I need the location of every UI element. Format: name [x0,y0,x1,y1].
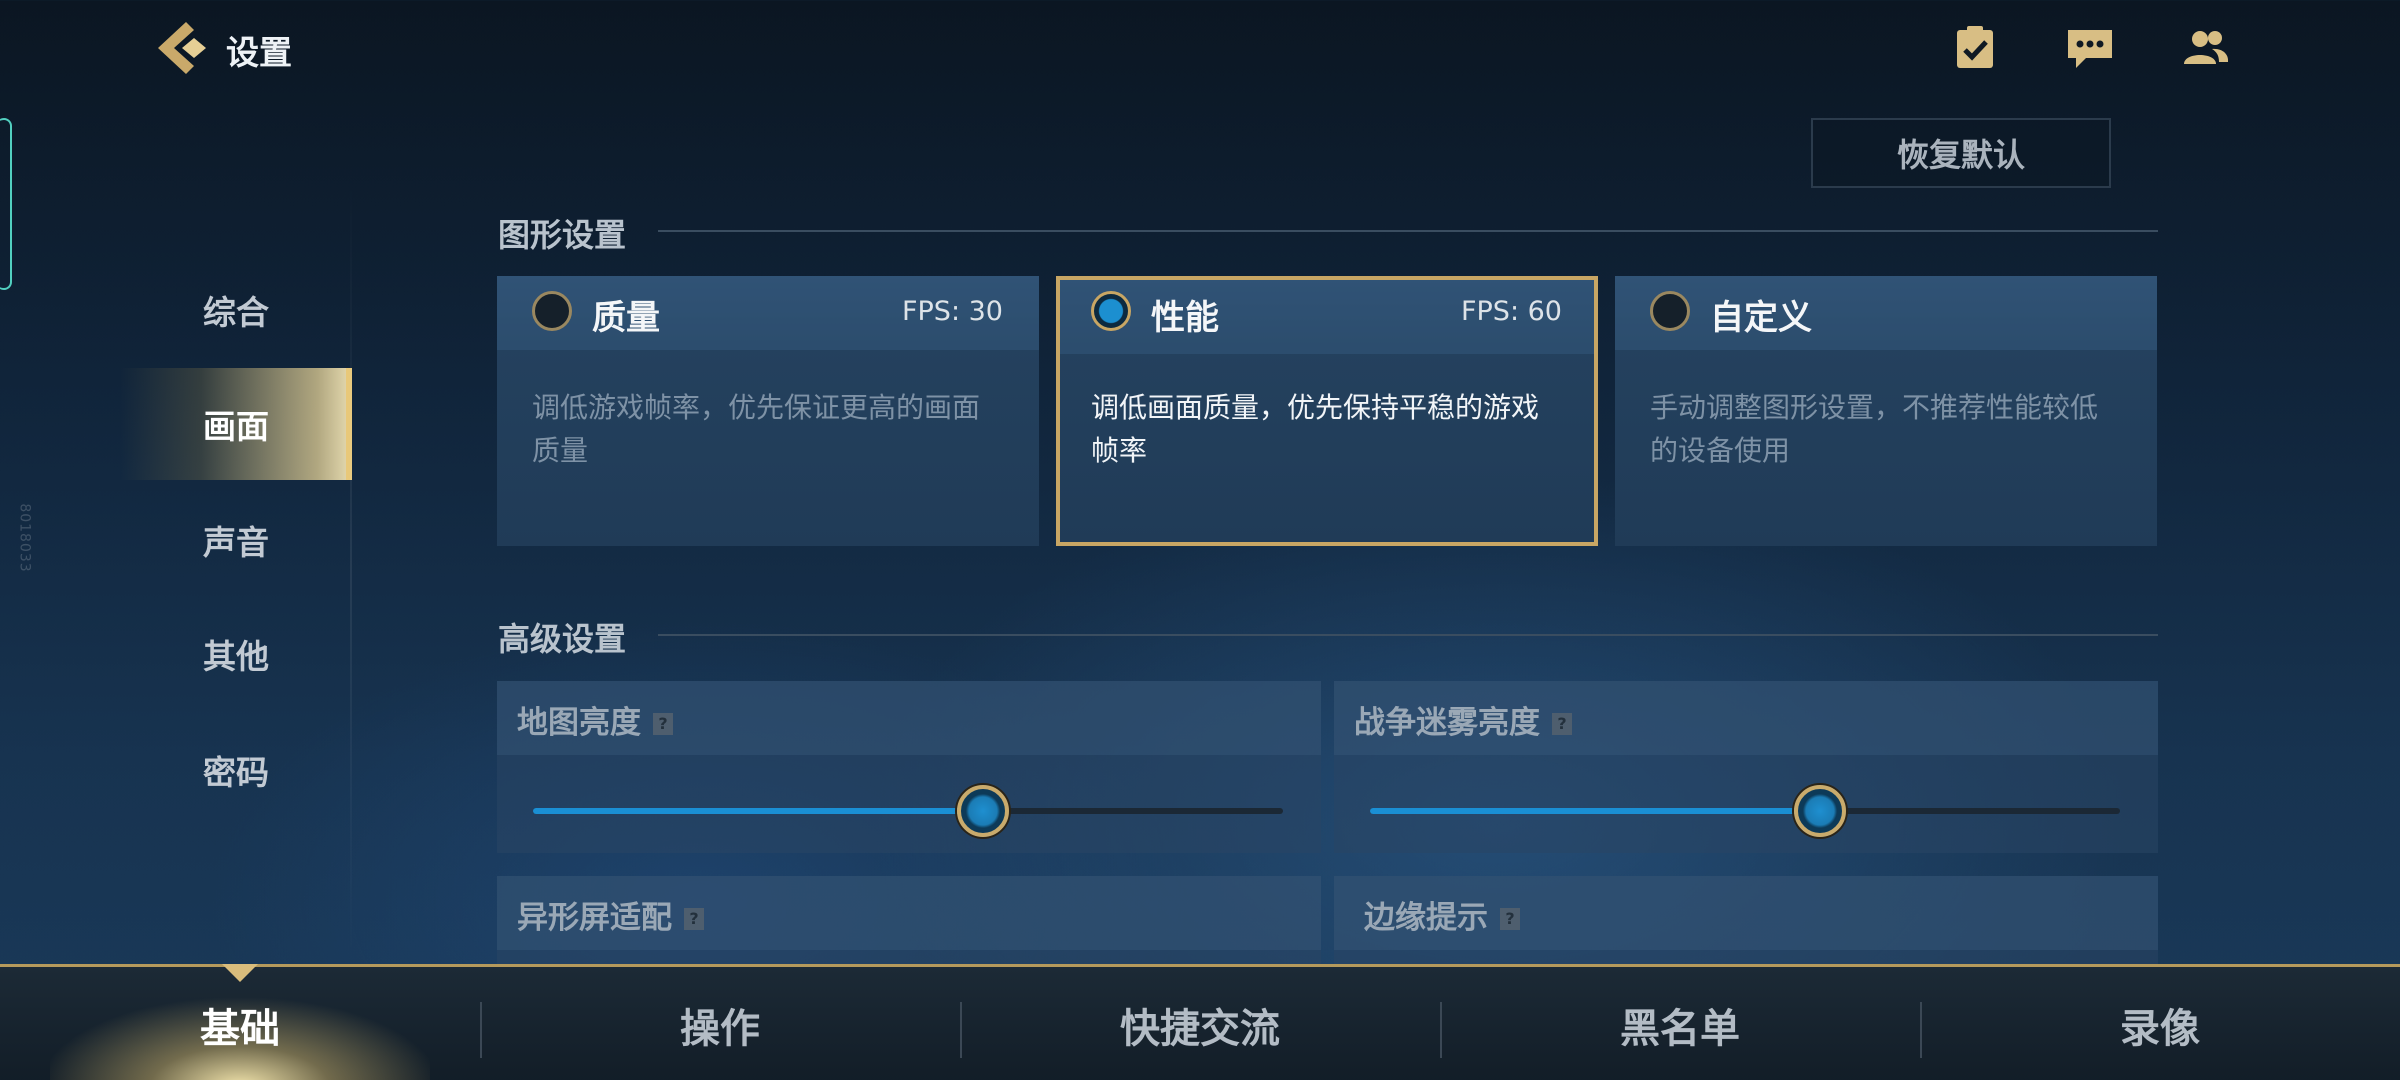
option-description: 调低画面质量，优先保持平稳的游戏帧率 [1091,391,1540,467]
quality-radio[interactable] [532,291,572,331]
setting-label: 地图亮度? [517,697,673,742]
advanced-section-divider [658,634,2158,636]
edge-drawer-handle[interactable] [0,118,12,290]
setting-label: 异形屏适配? [517,892,704,937]
help-icon[interactable]: ? [653,713,673,735]
tab-blacklist[interactable]: 黑名单 [1440,990,1920,1060]
option-fps: FPS: 30 [902,296,1003,327]
tab-replay[interactable]: 录像 [1920,990,2400,1060]
advanced-section-title: 高级设置 [498,620,627,658]
build-code: 8018033 [16,503,33,573]
option-fps: FPS: 60 [1461,296,1562,327]
friends-icon[interactable] [2182,24,2230,72]
option-name: 自定义 [1710,298,1812,338]
tab-quick-chat[interactable]: 快捷交流 [960,990,1440,1060]
option-description: 调低游戏帧率，优先保证更高的画面质量 [532,391,981,467]
sidebar-item-sound[interactable]: 声音 [120,484,352,596]
fog-brightness-slider[interactable] [1370,808,2120,814]
page-title: 设置 [226,33,292,72]
map-brightness-slider[interactable] [533,808,1283,814]
sidebar-divider [350,180,352,960]
graphics-option-quality[interactable]: 质量 FPS: 30 调低游戏帧率，优先保证更高的画面质量 [497,276,1039,546]
graphics-option-performance[interactable]: 性能 FPS: 60 调低画面质量，优先保持平稳的游戏帧率 [1056,276,1598,546]
custom-radio[interactable] [1650,291,1690,331]
tab-controls[interactable]: 操作 [480,990,960,1060]
fog-brightness-setting: 战争迷雾亮度? [1334,681,2158,853]
back-arrow-icon [158,22,206,74]
graphics-section-divider [658,230,2158,232]
active-tab-indicator [222,964,258,982]
option-description: 手动调整图形设置，不推荐性能较低的设备使用 [1650,391,2099,467]
setting-label: 战争迷雾亮度? [1354,697,1572,742]
tab-basic[interactable]: 基础 [0,990,480,1060]
option-name: 质量 [592,298,660,338]
help-icon[interactable]: ? [684,908,704,930]
option-name: 性能 [1151,298,1219,338]
restore-default-button[interactable]: 恢复默认 [1811,118,2111,188]
setting-label: 边缘提示? [1364,892,1520,937]
task-check-icon[interactable] [1951,24,1999,72]
performance-radio[interactable] [1091,291,1131,331]
back-button[interactable] [150,18,210,78]
slider-fill [533,808,983,814]
slider-fill [1370,808,1820,814]
slider-knob[interactable] [1794,785,1846,837]
slider-knob[interactable] [957,785,1009,837]
sidebar-item-other[interactable]: 其他 [120,598,352,710]
map-brightness-setting: 地图亮度? [497,681,1321,853]
chat-icon[interactable] [2066,24,2114,72]
help-icon[interactable]: ? [1500,908,1520,930]
sidebar-item-general[interactable]: 综合 [120,254,352,366]
sidebar-item-password[interactable]: 密码 [120,714,352,826]
help-icon[interactable]: ? [1552,713,1572,735]
graphics-option-custom[interactable]: 自定义 手动调整图形设置，不推荐性能较低的设备使用 [1615,276,2157,546]
sidebar-item-display[interactable]: 画面 [120,368,352,480]
graphics-section-title: 图形设置 [498,216,627,254]
